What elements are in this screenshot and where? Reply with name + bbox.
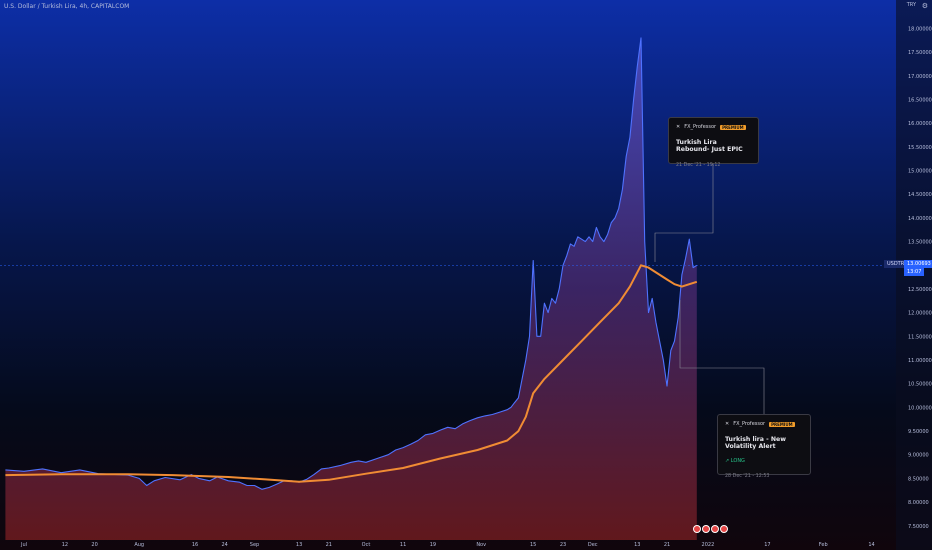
y-tick-label: 9.00000 xyxy=(908,453,929,459)
currency-label: TRY xyxy=(906,2,916,8)
y-tick-label: 10.00000 xyxy=(908,405,932,411)
card-title: Turkish lira - New Volatility Alert xyxy=(725,436,786,450)
premium-badge: PREMIUM xyxy=(769,421,795,427)
chart-root: 7.50000 8.00000 8.50000 9.00000 9.50000 10.00… xyxy=(0,0,932,550)
x-tick-label: 12 xyxy=(62,542,68,548)
y-tick-label: 11.50000 xyxy=(908,334,932,340)
card-author: FX_Professor xyxy=(684,124,717,130)
y-tick-label: 11.00000 xyxy=(908,358,932,364)
x-tick-label: Dec xyxy=(588,542,598,548)
card-title: Turkish Lira Rebound- Just EPIC xyxy=(676,139,743,153)
x-tick-label: 13 xyxy=(296,542,302,548)
x-tick-label: Jul xyxy=(20,542,27,548)
settings-icon[interactable]: ⚙ xyxy=(922,2,928,10)
y-tick-label: 15.50000 xyxy=(908,145,932,151)
last-price-label: 13.00693 xyxy=(904,260,932,268)
x-tick-label: 16 xyxy=(192,542,198,548)
x-tick-label: 2022 xyxy=(702,542,715,548)
event-icon[interactable] xyxy=(693,525,701,533)
x-tick-label: Aug xyxy=(134,542,144,548)
card-author: FX_Professor xyxy=(733,421,766,427)
x-tick-label: 15 xyxy=(530,542,536,548)
x-tick-label: 24 xyxy=(222,542,228,548)
y-tick-label: 18.00000 xyxy=(908,26,932,32)
x-tick-label: 23 xyxy=(560,542,566,548)
chart-header-title: U.S. Dollar / Turkish Lira, 4h, CAPITALC… xyxy=(4,3,130,10)
y-tick-label: 15.00000 xyxy=(908,169,932,175)
card-tag: ↗ LONG xyxy=(725,458,745,464)
x-tick-label: Nov xyxy=(476,542,486,548)
y-tick-label: 17.00000 xyxy=(908,74,932,80)
y-tick-label: 14.00000 xyxy=(908,216,932,222)
event-icon[interactable] xyxy=(702,525,710,533)
card-meta: 21 Dec '21 - 19:12 xyxy=(676,163,721,168)
countdown-label: 13:07 xyxy=(904,268,925,276)
y-tick-label: 16.00000 xyxy=(908,121,932,127)
idea-card-2[interactable]: ✕ FX_Professor PREMIUM Turkish lira - Ne… xyxy=(717,414,811,479)
idea-card-1[interactable]: ✕ FX_Professor PREMIUM Turkish Lira Rebo… xyxy=(668,117,759,168)
x-tick-label: 13 xyxy=(634,542,640,548)
x-tick-label: Sep xyxy=(250,542,259,548)
x-tick-label: Feb xyxy=(819,542,828,548)
x-tick-label: 20 xyxy=(91,542,97,548)
x-tick-label: Oct xyxy=(362,542,371,548)
y-tick-label: 12.00000 xyxy=(908,311,932,317)
x-tick-label: 17 xyxy=(764,542,770,548)
event-icon[interactable] xyxy=(720,525,728,533)
card-meta: 28 Dec '21 - 12:53 xyxy=(725,474,770,479)
y-tick-label: 10.50000 xyxy=(908,382,932,388)
y-tick-label: 9.50000 xyxy=(908,429,929,435)
premium-badge: PREMIUM xyxy=(720,124,746,130)
y-tick-label: 7.50000 xyxy=(908,524,929,530)
y-tick-label: 8.00000 xyxy=(908,500,929,506)
y-tick-label: 16.50000 xyxy=(908,98,932,104)
y-tick-label: 8.50000 xyxy=(908,476,929,482)
y-tick-label: 14.50000 xyxy=(908,192,932,198)
x-tick-label: 11 xyxy=(400,542,406,548)
x-tick-label: 21 xyxy=(664,542,670,548)
y-tick-label: 13.50000 xyxy=(908,240,932,246)
event-icon[interactable] xyxy=(711,525,719,533)
y-tick-label: 17.50000 xyxy=(908,50,932,56)
x-tick-label: 21 xyxy=(326,542,332,548)
x-tick-label: 14 xyxy=(868,542,874,548)
event-icons[interactable] xyxy=(693,525,728,533)
author-icon: ✕ xyxy=(676,124,681,130)
x-tick-label: 19 xyxy=(430,542,436,548)
author-icon: ✕ xyxy=(725,421,730,427)
y-tick-label: 12.50000 xyxy=(908,287,932,293)
